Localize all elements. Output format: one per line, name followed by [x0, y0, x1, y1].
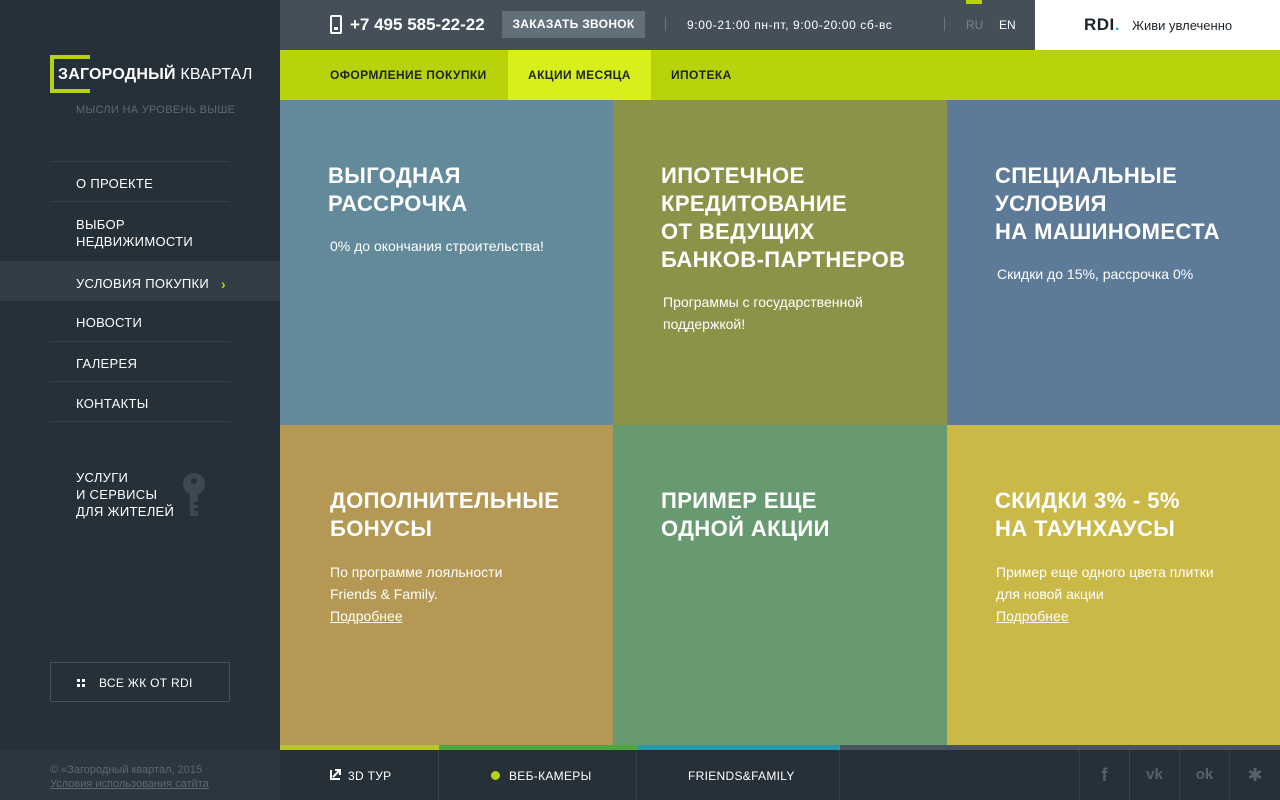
- ant-icon[interactable]: ✱: [1229, 750, 1280, 800]
- tile-text: По программе лояльности Friends & Family…: [330, 564, 503, 602]
- tile-title: ВЫГОДНАЯ РАССРОЧКА: [328, 163, 468, 216]
- expand-icon: [330, 769, 341, 780]
- working-hours: 9:00-21:00 пн-пт, 9:00-20:00 сб-вс: [687, 18, 893, 32]
- sidebar-item-news[interactable]: НОВОСТИ: [50, 301, 230, 341]
- sub-navigation: ОФОРМЛЕНИЕ ПОКУПКИ АКЦИИ МЕСЯЦА ИПОТЕКА: [280, 50, 1280, 100]
- sidebar-item-about[interactable]: О ПРОЕКТЕ: [50, 161, 230, 201]
- sidebar: ЗАГОРОДНЫЙ КВАРТАЛ МЫСЛИ НА УРОВЕНЬ ВЫШЕ…: [0, 0, 280, 800]
- active-language-marker: [966, 0, 982, 4]
- all-complexes-button[interactable]: ВСЕ ЖК ОТ RDI: [50, 662, 230, 702]
- callback-button[interactable]: ЗАКАЗАТЬ ЗВОНОК: [502, 11, 645, 38]
- phone-icon: [330, 15, 342, 34]
- odnoklassniki-icon[interactable]: ok: [1179, 750, 1229, 800]
- divider: [944, 17, 945, 31]
- rdi-slogan: Живи увлеченно: [1132, 18, 1233, 33]
- rdi-logo: RDI.: [1084, 15, 1121, 34]
- sidebar-nav: О ПРОЕКТЕ ВЫБОР НЕДВИЖИМОСТИ УСЛОВИЯ ПОК…: [0, 161, 280, 422]
- terms-link[interactable]: Условия использования сатйта: [50, 778, 209, 790]
- live-dot-icon: [491, 771, 500, 780]
- tile-text: Скидки до 15%, рассрочка 0%: [997, 266, 1194, 282]
- offer-tile-bonuses[interactable]: ДОПОЛНИТЕЛЬНЫЕ БОНУСЫ По программе лояль…: [280, 425, 613, 750]
- tile-text: 0% до окончания строительства!: [330, 238, 544, 254]
- copyright: © «Загородный квартал, 2015 Условия испо…: [50, 764, 209, 790]
- tile-title: ДОПОЛНИТЕЛЬНЫЕ БОНУСЫ: [330, 488, 560, 541]
- tile-title: ПРИМЕР ЕЩЕ ОДНОЙ АКЦИИ: [661, 488, 830, 541]
- friends-family-button[interactable]: FRIENDS&FAMILY: [637, 750, 840, 800]
- divider: [50, 421, 230, 422]
- 3d-tour-button[interactable]: 3D ТУР: [280, 750, 439, 800]
- offer-tile-parking[interactable]: СПЕЦИАЛЬНЫЕ УСЛОВИЯ НА МАШИНОМЕСТА Скидк…: [947, 100, 1280, 425]
- offer-tile-mortgage[interactable]: ИПОТЕЧНОЕ КРЕДИТОВАНИЕ ОТ ВЕДУЩИХ БАНКОВ…: [613, 100, 947, 425]
- sidebar-item-purchase-terms[interactable]: УСЛОВИЯ ПОКУПКИ ›: [0, 261, 280, 301]
- tab-purchase-process[interactable]: ОФОРМЛЕНИЕ ПОКУПКИ: [330, 50, 487, 100]
- tile-title: СКИДКИ 3% - 5% НА ТАУНХАУСЫ: [995, 488, 1180, 541]
- tile-text: Программы с государственной поддержкой!: [663, 294, 863, 332]
- more-link[interactable]: Подробнее: [330, 608, 403, 624]
- sidebar-item-property-choice[interactable]: ВЫБОР НЕДВИЖИМОСТИ: [50, 201, 230, 261]
- phone-number[interactable]: +7 495 585-22-22: [350, 15, 485, 35]
- language-ru[interactable]: RU: [966, 18, 983, 32]
- offer-tile-installment[interactable]: ВЫГОДНАЯ РАССРОЧКА 0% до окончания строи…: [280, 100, 613, 425]
- divider: [665, 17, 666, 31]
- key-icon: [183, 473, 205, 516]
- vk-icon[interactable]: vk: [1129, 750, 1179, 800]
- tile-text: Пример еще одного цвета плитки для новой…: [996, 564, 1214, 602]
- tile-title: ИПОТЕЧНОЕ КРЕДИТОВАНИЕ ОТ ВЕДУЩИХ БАНКОВ…: [661, 163, 906, 272]
- grid-icon: [77, 679, 85, 687]
- sidebar-item-gallery[interactable]: ГАЛЕРЕЯ: [50, 341, 230, 381]
- sidebar-item-contacts[interactable]: КОНТАКТЫ: [50, 381, 230, 421]
- tagline: МЫСЛИ НА УРОВЕНЬ ВЫШЕ: [76, 104, 236, 116]
- more-link[interactable]: Подробнее: [996, 608, 1069, 624]
- offer-tile-townhouses[interactable]: СКИДКИ 3% - 5% НА ТАУНХАУСЫ Пример еще о…: [947, 425, 1280, 750]
- rdi-brand[interactable]: RDI. Живи увлеченно: [1035, 0, 1280, 50]
- language-en[interactable]: EN: [999, 18, 1016, 32]
- logo-text: ЗАГОРОДНЫЙ КВАРТАЛ: [58, 66, 253, 83]
- services-link[interactable]: УСЛУГИ И СЕРВИСЫ ДЛЯ ЖИТЕЛЕЙ: [76, 469, 174, 520]
- chevron-right-icon: ›: [221, 276, 226, 292]
- tab-mortgage[interactable]: ИПОТЕКА: [671, 50, 732, 100]
- tile-title: СПЕЦИАЛЬНЫЕ УСЛОВИЯ НА МАШИНОМЕСТА: [995, 163, 1220, 244]
- webcams-button[interactable]: ВЕБ-КАМЕРЫ: [439, 750, 637, 800]
- tab-monthly-offers[interactable]: АКЦИИ МЕСЯЦА: [508, 50, 651, 100]
- offer-tile-example[interactable]: ПРИМЕР ЕЩЕ ОДНОЙ АКЦИИ: [613, 425, 947, 750]
- facebook-icon[interactable]: f: [1079, 750, 1129, 800]
